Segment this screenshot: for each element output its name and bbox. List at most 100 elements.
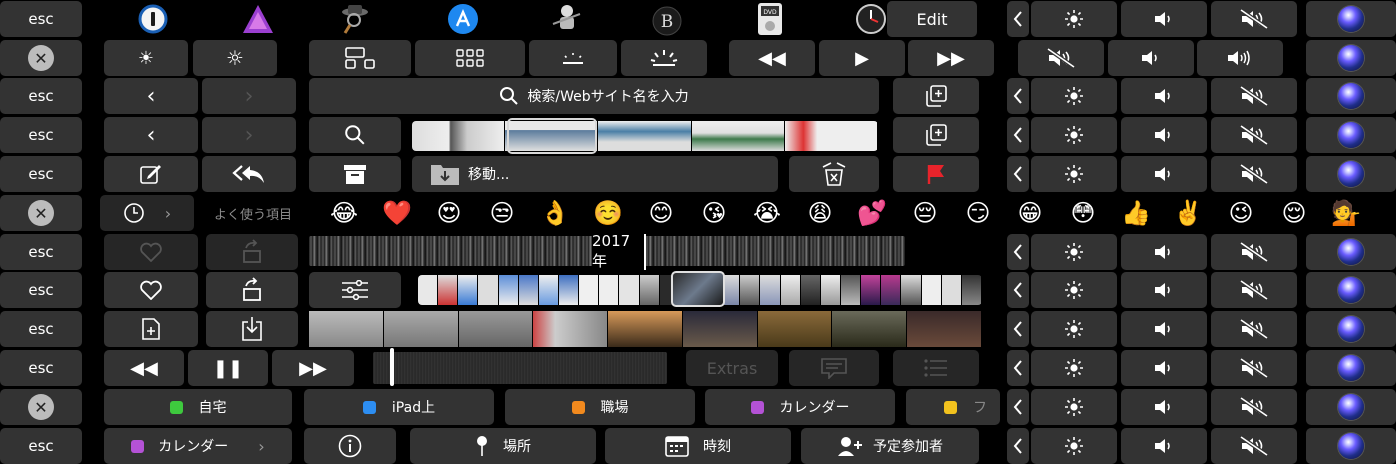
- photo-thumbnail[interactable]: [438, 275, 459, 305]
- play-button[interactable]: ▶: [819, 40, 905, 76]
- emoji-key[interactable]: 😊: [642, 195, 680, 231]
- photo-thumbnail[interactable]: [599, 275, 620, 305]
- esc-button[interactable]: esc: [0, 272, 82, 308]
- brightness-button[interactable]: [1031, 311, 1117, 347]
- photo-thumbnail[interactable]: [921, 275, 942, 305]
- photo-thumbnail[interactable]: [780, 275, 801, 305]
- edit-button[interactable]: Edit: [887, 1, 977, 37]
- info-button[interactable]: [304, 428, 396, 464]
- emoji-key[interactable]: 💁: [1327, 195, 1365, 231]
- emoji-key[interactable]: 😔: [906, 195, 944, 231]
- emoji-key[interactable]: 😁: [1011, 195, 1049, 231]
- rotate-button[interactable]: [206, 234, 298, 270]
- siri-button[interactable]: [1306, 311, 1396, 347]
- mute-button[interactable]: [1211, 350, 1297, 386]
- control-strip-expand-button[interactable]: [1007, 1, 1029, 37]
- volume-button[interactable]: [1121, 1, 1207, 37]
- video-frame-thumbnail[interactable]: [533, 311, 609, 347]
- app-store-icon[interactable]: [447, 3, 479, 35]
- search-button[interactable]: [309, 117, 401, 153]
- emoji-key[interactable]: 😘: [695, 195, 733, 231]
- fast-forward-button[interactable]: ▶▶: [272, 350, 354, 386]
- siri-button[interactable]: [1306, 78, 1396, 114]
- photo-thumbnail[interactable]: [740, 275, 761, 305]
- flag-button[interactable]: [893, 156, 979, 192]
- new-document-button[interactable]: [104, 311, 198, 347]
- photo-thumbnail[interactable]: [579, 275, 600, 305]
- emoji-key[interactable]: ☺️: [589, 195, 627, 231]
- control-strip-expand-button[interactable]: [1007, 272, 1029, 308]
- volume-button[interactable]: [1121, 78, 1207, 114]
- archive-button[interactable]: [309, 156, 401, 192]
- photo-thumbnail[interactable]: [538, 275, 559, 305]
- siri-button[interactable]: [1306, 350, 1396, 386]
- photo-thumbnail[interactable]: [760, 275, 781, 305]
- siri-button[interactable]: [1306, 428, 1396, 464]
- photo-thumbnail[interactable]: [901, 275, 922, 305]
- rewind-button[interactable]: ◀◀: [729, 40, 815, 76]
- brightness-button[interactable]: [1031, 272, 1117, 308]
- import-button[interactable]: [206, 311, 298, 347]
- reply-all-button[interactable]: [202, 156, 296, 192]
- photo-thumbnail[interactable]: [639, 275, 660, 305]
- photo-thumbnail[interactable]: [881, 275, 902, 305]
- siri-button[interactable]: [1306, 156, 1396, 192]
- tab-thumbnail[interactable]: [784, 121, 878, 151]
- bbedit-icon[interactable]: B: [652, 6, 682, 36]
- emoji-key[interactable]: 😳: [1064, 195, 1102, 231]
- photo-thumbnail[interactable]: [840, 275, 862, 305]
- location-button[interactable]: 場所: [410, 428, 596, 464]
- volume-button[interactable]: [1121, 117, 1207, 153]
- mute-button[interactable]: [1211, 117, 1297, 153]
- emoji-key[interactable]: 👍: [1117, 195, 1155, 231]
- esc-button[interactable]: esc: [0, 78, 82, 114]
- photo-thumbnail[interactable]: [961, 275, 982, 305]
- clock-icon[interactable]: [856, 4, 886, 34]
- emoji-key[interactable]: 😭: [748, 195, 786, 231]
- emoji-key[interactable]: 😉: [1222, 195, 1260, 231]
- new-tab-button[interactable]: [893, 78, 979, 114]
- emoji-key[interactable]: 😩: [801, 195, 839, 231]
- mute-button[interactable]: [1018, 40, 1104, 76]
- fast-forward-button[interactable]: ▶▶: [908, 40, 994, 76]
- adjustments-button[interactable]: [309, 272, 401, 308]
- video-frame-thumbnail[interactable]: [608, 311, 683, 347]
- brightness-button[interactable]: [1031, 428, 1117, 464]
- calendar-picker-button[interactable]: カレンダー ›: [104, 428, 292, 464]
- affinity-photo-icon[interactable]: [241, 3, 275, 35]
- extras-button[interactable]: Extras: [686, 350, 778, 386]
- control-strip-expand-button[interactable]: [1007, 350, 1029, 386]
- emoji-key[interactable]: ❤️: [378, 195, 416, 231]
- video-frame-thumbnail[interactable]: [907, 311, 982, 347]
- subtitles-button[interactable]: [789, 350, 879, 386]
- volume-button[interactable]: [1121, 350, 1207, 386]
- brightness-button[interactable]: [1031, 350, 1117, 386]
- video-frame-thumbnail[interactable]: [682, 311, 758, 347]
- photo-thumbnail[interactable]: [498, 275, 519, 305]
- siri-button[interactable]: [1306, 40, 1396, 76]
- esc-button[interactable]: esc: [0, 1, 82, 37]
- emoji-key[interactable]: 👌: [536, 195, 574, 231]
- alfred-icon[interactable]: [340, 3, 370, 35]
- close-button[interactable]: ✕: [0, 195, 82, 231]
- siri-button[interactable]: [1306, 272, 1396, 308]
- esc-button[interactable]: esc: [0, 311, 82, 347]
- volume-button[interactable]: [1121, 311, 1207, 347]
- reminder-list-item[interactable]: 職場: [505, 389, 695, 425]
- 1password-icon[interactable]: [138, 4, 168, 34]
- control-strip-expand-button[interactable]: [1007, 117, 1029, 153]
- mute-button[interactable]: [1211, 272, 1297, 308]
- close-button[interactable]: ✕: [0, 40, 82, 76]
- control-strip-expand-button[interactable]: [1007, 428, 1029, 464]
- invitees-button[interactable]: 予定参加者: [801, 428, 979, 464]
- time-button[interactable]: 時刻: [605, 428, 791, 464]
- siri-button[interactable]: [1306, 389, 1396, 425]
- favorite-button[interactable]: [104, 234, 198, 270]
- emoji-key[interactable]: 💕: [853, 195, 891, 231]
- reminder-list-item[interactable]: 自宅: [104, 389, 292, 425]
- forward-button[interactable]: ›: [202, 117, 296, 153]
- video-frame-thumbnail[interactable]: [757, 311, 833, 347]
- compose-button[interactable]: [104, 156, 198, 192]
- emoji-key[interactable]: 😌: [1275, 195, 1313, 231]
- mission-control-button[interactable]: [309, 40, 411, 76]
